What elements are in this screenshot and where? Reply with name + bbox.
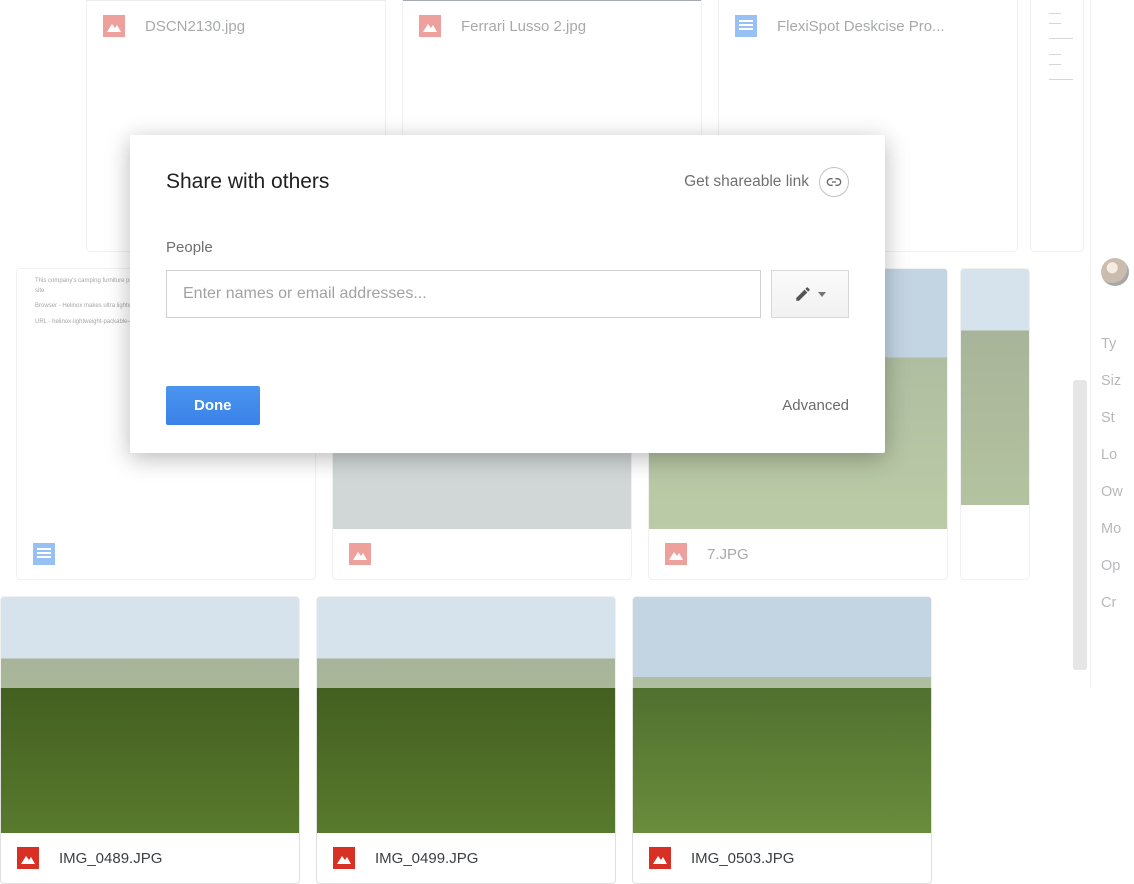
avatar[interactable] bbox=[1101, 258, 1129, 286]
advanced-link[interactable]: Advanced bbox=[782, 397, 849, 414]
link-icon bbox=[819, 167, 849, 197]
dialog-title: Share with others bbox=[166, 170, 329, 194]
doc-icon bbox=[33, 543, 55, 565]
file-thumb bbox=[961, 269, 1029, 505]
side-label: St bbox=[1101, 410, 1134, 426]
image-icon bbox=[665, 543, 687, 565]
image-icon bbox=[649, 847, 671, 869]
doc-icon bbox=[735, 15, 757, 37]
image-icon bbox=[419, 15, 441, 37]
scrollbar-thumb[interactable] bbox=[1073, 380, 1087, 670]
side-label: Op bbox=[1101, 558, 1134, 574]
file-card[interactable]: IMG_0499.JPG bbox=[316, 596, 616, 884]
details-sidebar: Ty Siz St Lo Ow Mo Op Cr bbox=[1090, 0, 1134, 688]
people-label: People bbox=[166, 239, 849, 256]
share-dialog: Share with others Get shareable link Peo… bbox=[130, 135, 885, 453]
file-name: IMG_0499.JPG bbox=[375, 850, 478, 867]
get-shareable-link-button[interactable]: Get shareable link bbox=[684, 167, 849, 197]
image-icon bbox=[17, 847, 39, 869]
file-name: Ferrari Lusso 2.jpg bbox=[461, 18, 586, 35]
shareable-link-label: Get shareable link bbox=[684, 173, 809, 191]
permission-dropdown-button[interactable] bbox=[771, 270, 849, 318]
image-icon bbox=[349, 543, 371, 565]
file-name: 7.JPG bbox=[707, 546, 749, 563]
file-card[interactable]: ———————— ———————— —————— bbox=[1030, 0, 1084, 252]
file-name: IMG_0503.JPG bbox=[691, 850, 794, 867]
side-label: Ow bbox=[1101, 484, 1134, 500]
file-card[interactable]: IMG_0489.JPG bbox=[0, 596, 300, 884]
file-thumb: ———————— ———————— —————— bbox=[1031, 0, 1083, 231]
chevron-down-icon bbox=[818, 292, 826, 297]
file-thumb bbox=[1, 597, 299, 833]
file-card[interactable] bbox=[960, 268, 1030, 580]
file-card[interactable]: IMG_0503.JPG bbox=[632, 596, 932, 884]
file-name: FlexiSpot Deskcise Pro... bbox=[777, 18, 945, 35]
image-icon bbox=[333, 847, 355, 869]
file-thumb bbox=[633, 597, 931, 833]
file-name: DSCN2130.jpg bbox=[145, 18, 245, 35]
image-icon bbox=[103, 15, 125, 37]
side-label: Mo bbox=[1101, 521, 1134, 537]
pencil-icon bbox=[794, 285, 812, 303]
file-thumb bbox=[317, 597, 615, 833]
people-input[interactable] bbox=[166, 270, 761, 318]
side-label: Ty bbox=[1101, 336, 1134, 352]
side-label: Lo bbox=[1101, 447, 1134, 463]
side-label: Siz bbox=[1101, 373, 1134, 389]
file-name: IMG_0489.JPG bbox=[59, 850, 162, 867]
side-label: Cr bbox=[1101, 595, 1134, 611]
done-button[interactable]: Done bbox=[166, 386, 260, 425]
